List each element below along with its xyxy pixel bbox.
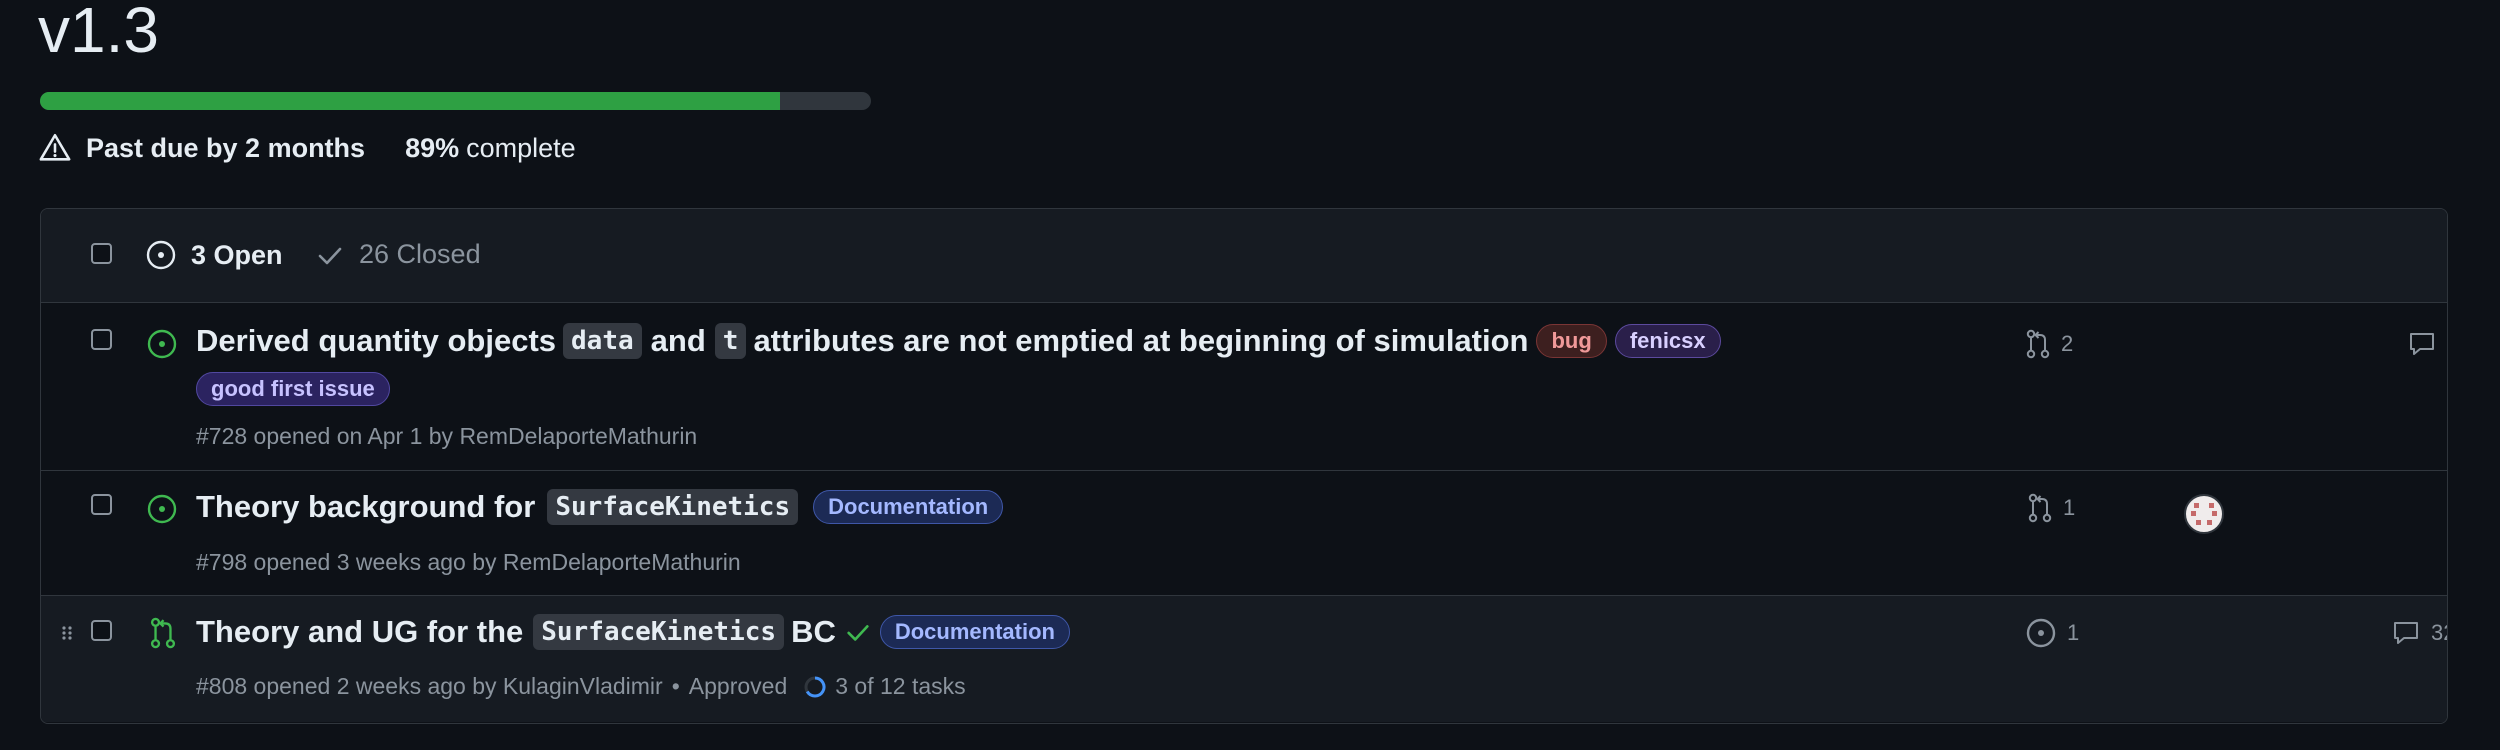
milestone-meta: Past due by 2 months 89% complete <box>38 130 576 166</box>
due-status: Past due by 2 months <box>86 132 366 163</box>
linked-prs[interactable]: 2 <box>2025 329 2073 359</box>
comments-count: 1 <box>2447 331 2448 357</box>
avatar-identicon <box>2191 503 2217 525</box>
label-bug[interactable]: bug <box>1536 324 1607 358</box>
progress-bar-fill <box>40 92 780 110</box>
meta-separator: • <box>671 673 680 699</box>
row-checkbox[interactable] <box>91 494 112 515</box>
open-filter[interactable]: 3 Open <box>145 239 283 271</box>
label-good-first-issue[interactable]: good first issue <box>196 372 390 406</box>
drag-handle-icon[interactable] <box>61 625 73 641</box>
pull-request-icon <box>2026 329 2050 359</box>
issue-title-link[interactable]: Derived quantity objects data and t attr… <box>196 323 1721 359</box>
linked-prs-count: 1 <box>2063 495 2076 520</box>
label-documentation[interactable]: Documentation <box>879 615 1070 649</box>
code-span: data <box>563 323 642 359</box>
issue-open-icon <box>147 329 177 359</box>
assignee-avatar[interactable] <box>2184 494 2224 534</box>
tasks-progress: 3 of 12 tasks <box>835 673 966 699</box>
label-documentation[interactable]: Documentation <box>813 490 1004 524</box>
title-text: Derived quantity objects <box>196 323 557 358</box>
linked-issues-count: 1 <box>2067 620 2080 645</box>
title-text: attributes are not emptied at beginning … <box>753 323 1529 358</box>
pull-request-icon <box>150 617 176 649</box>
issue-open-icon <box>147 494 177 524</box>
complete-label: complete <box>466 132 576 163</box>
alert-icon <box>39 133 71 161</box>
issue-list: 3 Open 26 Closed Derived quantity object… <box>40 208 2448 724</box>
percent-complete: 89% <box>405 132 460 163</box>
check-icon <box>318 247 342 264</box>
milestone-progress-bar <box>40 92 871 110</box>
pull-request-icon <box>2028 493 2052 523</box>
linked-prs[interactable]: 1 <box>2027 493 2075 523</box>
code-span: t <box>714 323 747 359</box>
title-text: and <box>650 323 706 358</box>
review-status: Approved <box>688 673 788 699</box>
select-all-checkbox[interactable] <box>91 243 112 264</box>
issue-title-link[interactable]: Theory background for SurfaceKinetics Do… <box>196 489 1004 525</box>
title-text: BC <box>791 614 836 649</box>
code-span: SurfaceKinetics <box>547 489 799 525</box>
closed-filter[interactable]: 26 Closed <box>315 239 481 270</box>
issue-list-header: 3 Open 26 Closed <box>41 209 2447 303</box>
code-span: SurfaceKinetics <box>533 614 785 650</box>
comment-icon <box>2410 333 2434 355</box>
comments-link[interactable]: 1 <box>2407 329 2448 359</box>
issue-meta: #728 opened on Apr 1 by RemDelaporteMath… <box>196 423 698 449</box>
closed-count: 26 Closed <box>359 239 481 269</box>
issue-open-icon <box>2026 618 2056 648</box>
checks-passed-icon[interactable] <box>844 618 872 646</box>
title-text: Theory and UG for the <box>196 614 524 649</box>
open-count: 3 Open <box>191 239 283 270</box>
row-checkbox[interactable] <box>91 620 112 641</box>
pull-request-row[interactable]: Theory and UG for the SurfaceKinetics BC… <box>41 596 2447 722</box>
pr-meta-text: #808 opened 2 weeks ago by KulaginVladim… <box>196 673 663 699</box>
issue-row[interactable]: Theory background for SurfaceKinetics Do… <box>41 471 2447 596</box>
pr-meta: #808 opened 2 weeks ago by KulaginVladim… <box>196 673 966 700</box>
linked-issues[interactable]: 1 <box>2025 617 2079 649</box>
title-text: Theory background for <box>196 489 536 524</box>
pr-title-link[interactable]: Theory and UG for the SurfaceKinetics BC… <box>196 614 1070 650</box>
label-fenicsx[interactable]: fenicsx <box>1614 324 1721 358</box>
issue-open-icon <box>146 240 176 270</box>
task-progress-icon <box>804 676 826 697</box>
comment-icon <box>2394 622 2418 644</box>
issue-row[interactable]: Derived quantity objects data and t attr… <box>41 303 2447 471</box>
comments-link[interactable]: 32 <box>2391 618 2447 648</box>
milestone-title: v1.3 <box>38 0 159 66</box>
comments-count: 32 <box>2431 620 2447 645</box>
row-checkbox[interactable] <box>91 329 112 350</box>
linked-prs-count: 2 <box>2061 331 2074 356</box>
issue-meta: #798 opened 3 weeks ago by RemDelaporteM… <box>196 549 741 575</box>
